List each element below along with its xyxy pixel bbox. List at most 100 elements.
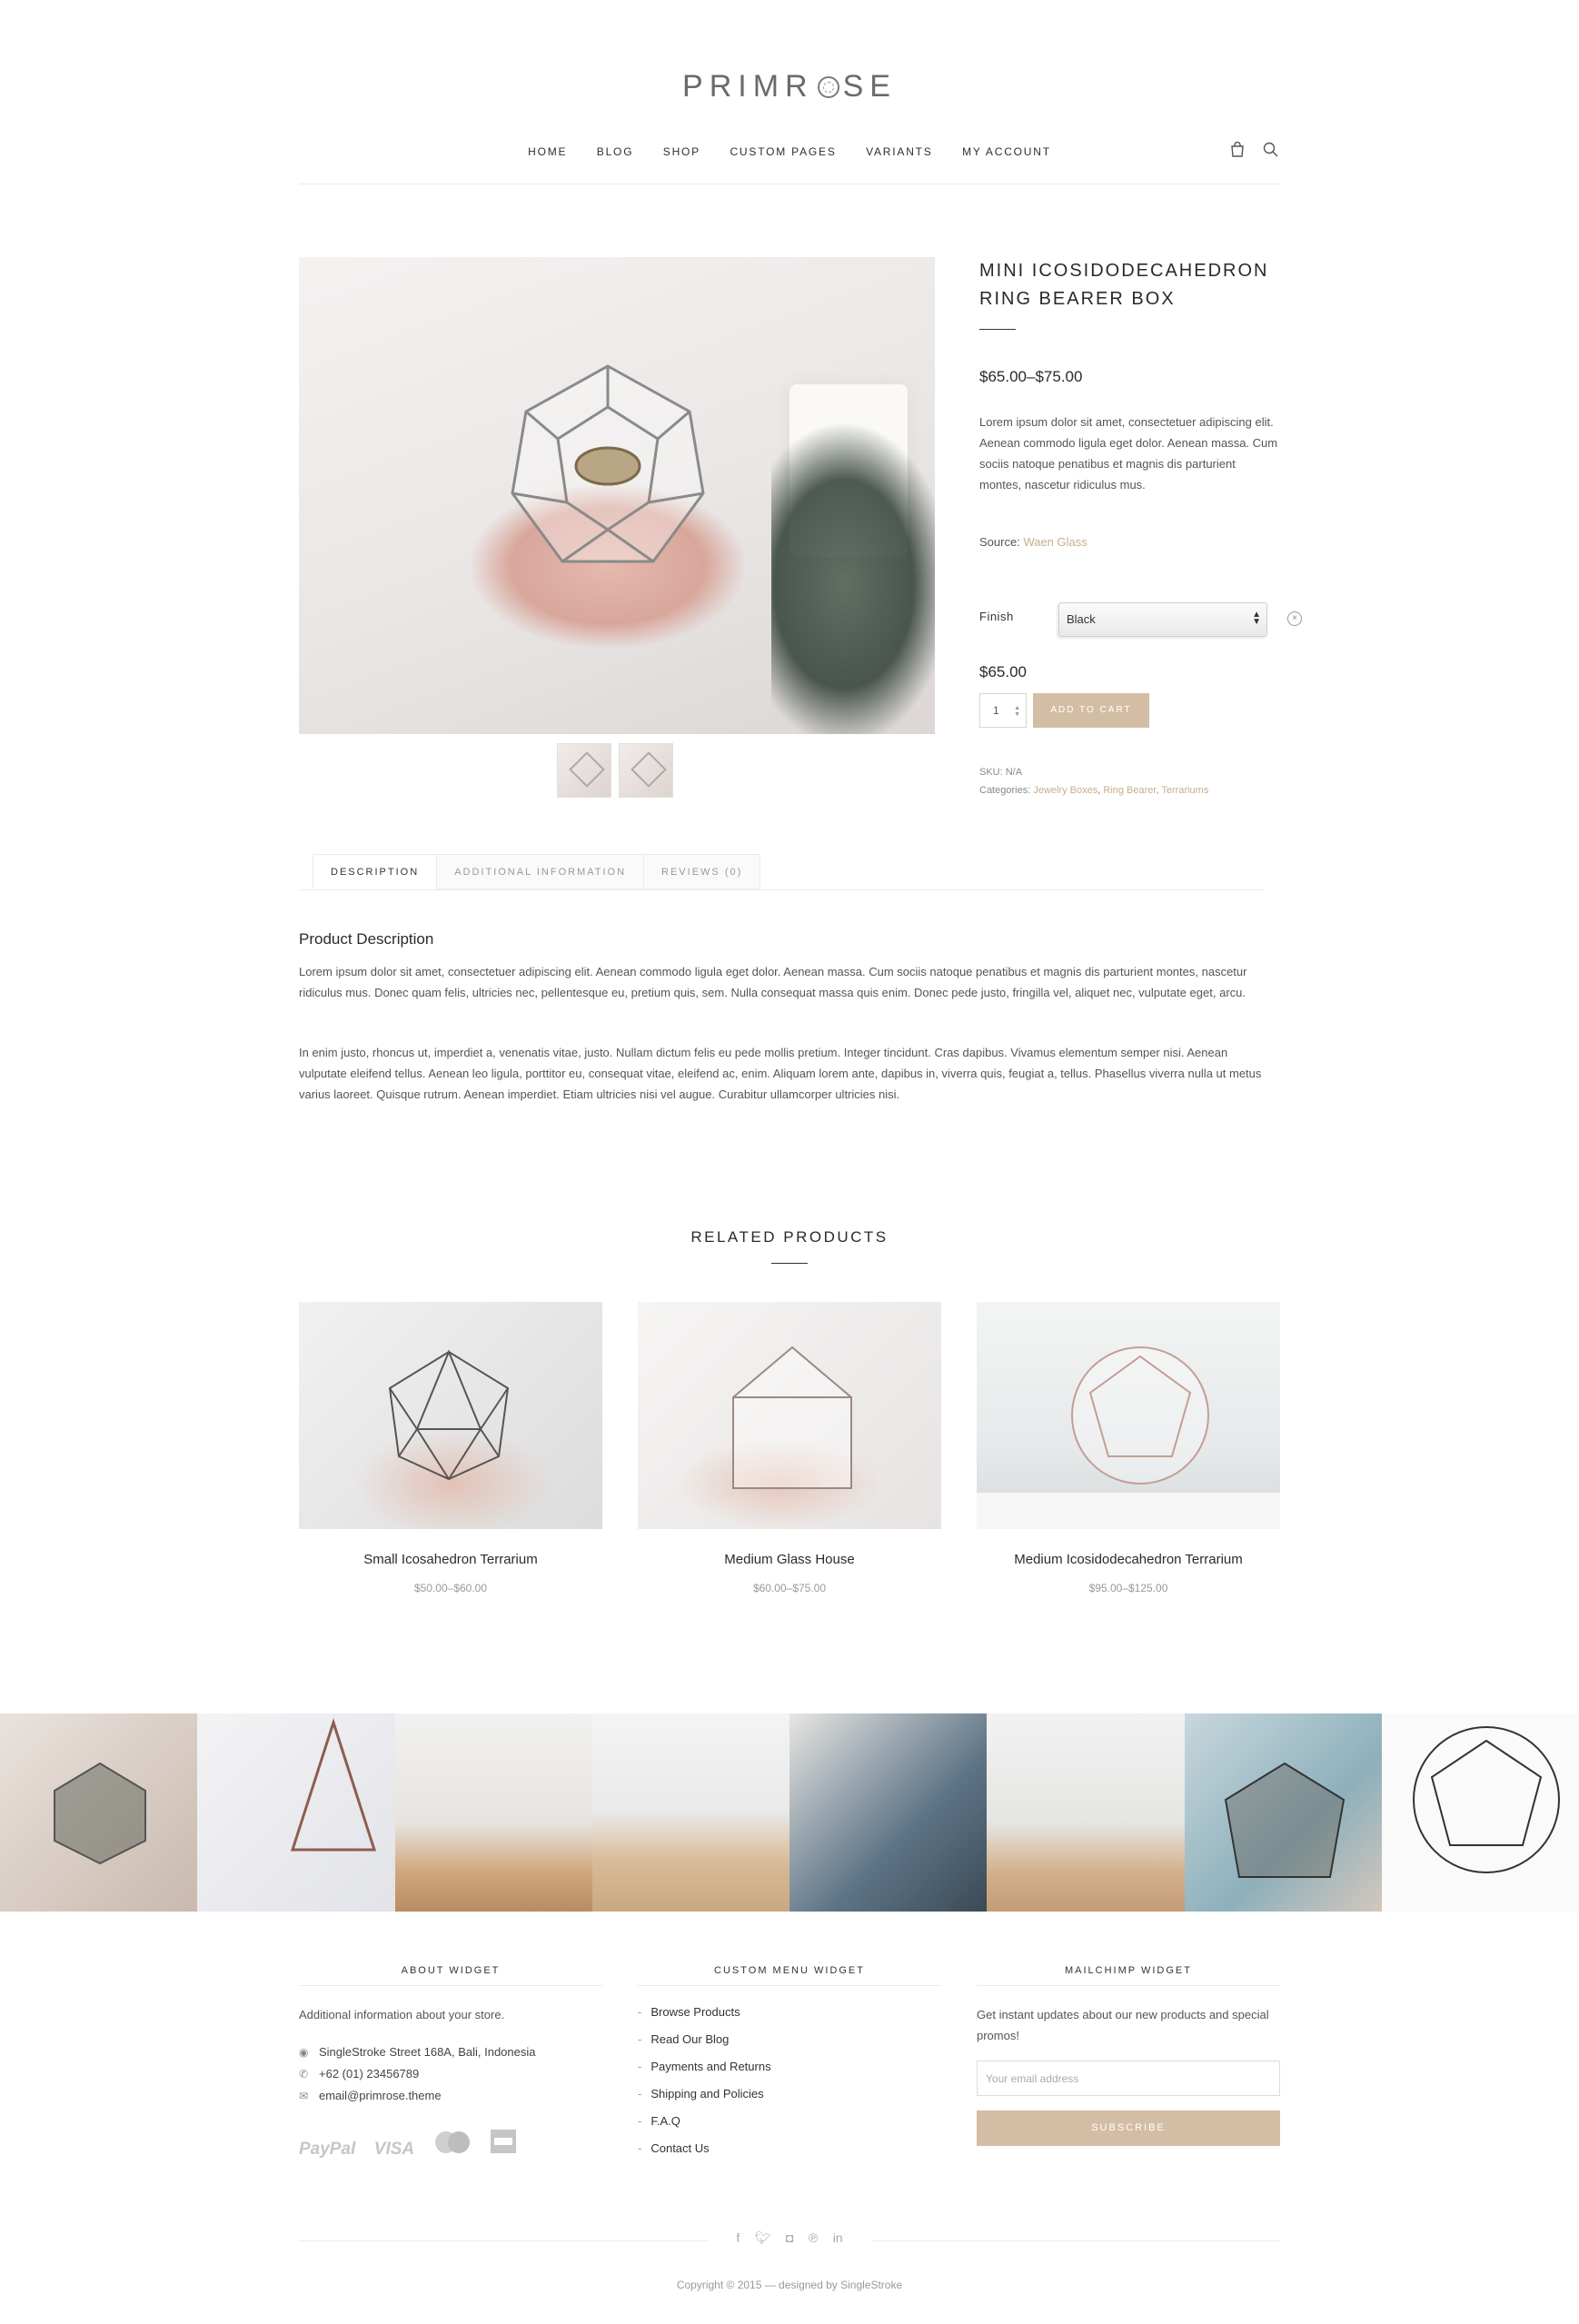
related-product-card[interactable]: Medium Glass House $60.00–$75.00	[638, 1302, 941, 1594]
address-text: SingleStroke Street 168A, Bali, Indonesi…	[319, 2045, 536, 2059]
footer-menu-label[interactable]: Shipping and Policies	[650, 2087, 763, 2101]
related-product-image[interactable]	[977, 1302, 1280, 1529]
custom-menu-widget: CUSTOM MENU WIDGET - Browse Products - Rea…	[638, 1965, 941, 2162]
footer-menu-label[interactable]: Browse Products	[650, 2005, 740, 2019]
mailchimp-widget-text: Get instant updates about our new produc…	[977, 2008, 1269, 2042]
mailchimp-widget: MAILCHIMP WIDGET Get instant updates abo…	[977, 1965, 1280, 2146]
product-tabs: DESCRIPTION ADDITIONAL INFORMATION REVIE…	[313, 854, 761, 889]
clear-selection-icon[interactable]: ×	[1287, 611, 1302, 626]
instagram-photo[interactable]	[1184, 1713, 1382, 1912]
footer-menu-item[interactable]: - Payments and Returns	[638, 2053, 941, 2081]
pinterest-icon[interactable]: ℗	[809, 2230, 818, 2245]
source-label: Source:	[979, 535, 1020, 549]
about-widget-heading: ABOUT WIDGET	[299, 1965, 602, 1986]
nav-shop[interactable]: SHOP	[663, 145, 700, 158]
instagram-photo[interactable]	[790, 1713, 988, 1912]
tab-reviews[interactable]: REVIEWS (0)	[644, 854, 761, 889]
finish-select[interactable]: Black ▲ ▼	[1058, 602, 1267, 637]
email-text[interactable]: email@primrose.theme	[319, 2089, 442, 2102]
tab-description[interactable]: DESCRIPTION	[313, 854, 438, 889]
amex-logo	[490, 2129, 517, 2160]
add-to-cart-button[interactable]: ADD TO CART	[1033, 693, 1149, 728]
email-row: ✉ email@primrose.theme	[299, 2085, 602, 2107]
footer-menu-item[interactable]: - Browse Products	[638, 1999, 941, 2026]
tab-additional-information[interactable]: ADDITIONAL INFORMATION	[437, 854, 645, 889]
category-link-ring-bearer[interactable]: Ring Bearer	[1103, 785, 1156, 796]
related-product-card[interactable]: Medium Icosidodecahedron Terrarium $95.0…	[977, 1302, 1280, 1594]
phone-text: +62 (01) 23456789	[319, 2067, 420, 2081]
footer-menu-item[interactable]: - Shipping and Policies	[638, 2081, 941, 2108]
title-underline	[979, 329, 1016, 330]
twitter-icon[interactable]: 🐦︎	[755, 2230, 771, 2246]
instagram-photo[interactable]	[197, 1713, 395, 1912]
search-icon[interactable]	[1263, 142, 1283, 162]
payment-methods: PayPal VISA	[299, 2129, 602, 2160]
footer-menu-item[interactable]: - F.A.Q	[638, 2108, 941, 2135]
instagram-feed	[0, 1713, 1579, 1912]
description-heading: Product Description	[299, 930, 434, 948]
instagram-photo[interactable]	[1381, 1713, 1579, 1912]
product-source: Source: Waen Glass	[979, 535, 1087, 549]
visa-logo: VISA	[373, 2140, 415, 2159]
categories-label: Categories:	[979, 785, 1031, 796]
social-links: f 🐦︎ ◘ ℗ in	[718, 2230, 861, 2247]
thumbnail-1[interactable]	[557, 743, 611, 798]
related-product-card[interactable]: Small Icosahedron Terrarium $50.00–$60.0…	[299, 1302, 602, 1594]
social-divider-left	[299, 2240, 708, 2241]
copyright-text: Copyright © 2015 — designed by SingleStr…	[676, 2279, 903, 2291]
linkedin-icon[interactable]: in	[833, 2230, 843, 2245]
source-link[interactable]: Waen Glass	[1023, 535, 1087, 549]
instagram-photo[interactable]	[987, 1713, 1185, 1912]
newsletter-email-input[interactable]: Your email address	[977, 2061, 1280, 2096]
category-link-jewelry-boxes[interactable]: Jewelry Boxes	[1033, 785, 1097, 796]
nav-blog[interactable]: BLOG	[597, 145, 634, 158]
logo-text-right: SE	[842, 69, 897, 104]
variation-price: $65.00	[979, 663, 1027, 680]
footer-menu-item[interactable]: - Read Our Blog	[638, 2026, 941, 2053]
select-arrows-icon: ▲ ▼	[1252, 610, 1261, 627]
instagram-photo[interactable]	[0, 1713, 198, 1912]
related-product-price: $60.00–$75.00	[752, 1582, 827, 1594]
footer-menu-label[interactable]: Contact Us	[650, 2141, 709, 2155]
instagram-photo[interactable]	[591, 1713, 790, 1912]
related-product-image[interactable]	[638, 1302, 941, 1529]
footer-menu-label[interactable]: F.A.Q	[650, 2114, 680, 2128]
quantity-stepper-icon[interactable]: ▲ ▼	[1014, 705, 1020, 718]
footer-menu-label[interactable]: Read Our Blog	[650, 2032, 729, 2046]
social-divider-right	[871, 2240, 1280, 2241]
nav-variants[interactable]: VARIANTS	[866, 145, 933, 158]
about-widget-text: Additional information about your store.	[299, 2008, 505, 2021]
mailchimp-widget-heading: MAILCHIMP WIDGET	[977, 1965, 1280, 1986]
geometric-box-shape	[511, 364, 705, 563]
related-product-image[interactable]	[299, 1302, 602, 1529]
quantity-input[interactable]: 1 ▲ ▼	[979, 693, 1027, 728]
location-pin-icon: ◉	[299, 2046, 309, 2059]
logo-o-icon	[817, 76, 839, 98]
subscribe-button[interactable]: SUBSCRIBE	[977, 2110, 1280, 2146]
related-product-name[interactable]: Small Icosahedron Terrarium	[299, 1552, 602, 1567]
product-title: MINI ICOSIDODECAHEDRON RING BEARER BOX	[979, 261, 1269, 309]
main-nav: HOME BLOG SHOP CUSTOM PAGES VARIANTS MY …	[0, 144, 1579, 160]
product-main-image[interactable]	[299, 257, 935, 734]
footer-menu-label[interactable]: Payments and Returns	[650, 2060, 770, 2073]
site-logo[interactable]: PRIMR SE	[0, 69, 1579, 104]
sku: SKU: N/A	[979, 767, 1023, 778]
product-thumbnails	[557, 743, 680, 802]
nav-custom-pages[interactable]: CUSTOM PAGES	[730, 145, 836, 158]
related-products-heading: RELATED PRODUCTS	[690, 1228, 889, 1246]
bag-icon[interactable]	[1230, 141, 1250, 162]
instagram-icon[interactable]: ◘	[786, 2230, 793, 2245]
related-product-name[interactable]: Medium Glass House	[638, 1552, 941, 1567]
category-link-terrariums[interactable]: Terrariums	[1161, 785, 1208, 796]
nav-home[interactable]: HOME	[528, 145, 567, 158]
related-product-name[interactable]: Medium Icosidodecahedron Terrarium	[977, 1552, 1280, 1567]
thumbnail-2[interactable]	[619, 743, 673, 798]
instagram-photo[interactable]	[394, 1713, 592, 1912]
product-meta: SKU: N/A Categories: Jewelry Boxes, Ring…	[979, 763, 1208, 799]
nav-my-account[interactable]: MY ACCOUNT	[962, 145, 1051, 158]
footer-menu-item[interactable]: - Contact Us	[638, 2135, 941, 2162]
tabs-divider	[299, 889, 1264, 890]
related-product-price: $50.00–$60.00	[413, 1582, 488, 1594]
facebook-icon[interactable]: f	[736, 2230, 740, 2245]
mastercard-logo	[433, 2130, 472, 2160]
